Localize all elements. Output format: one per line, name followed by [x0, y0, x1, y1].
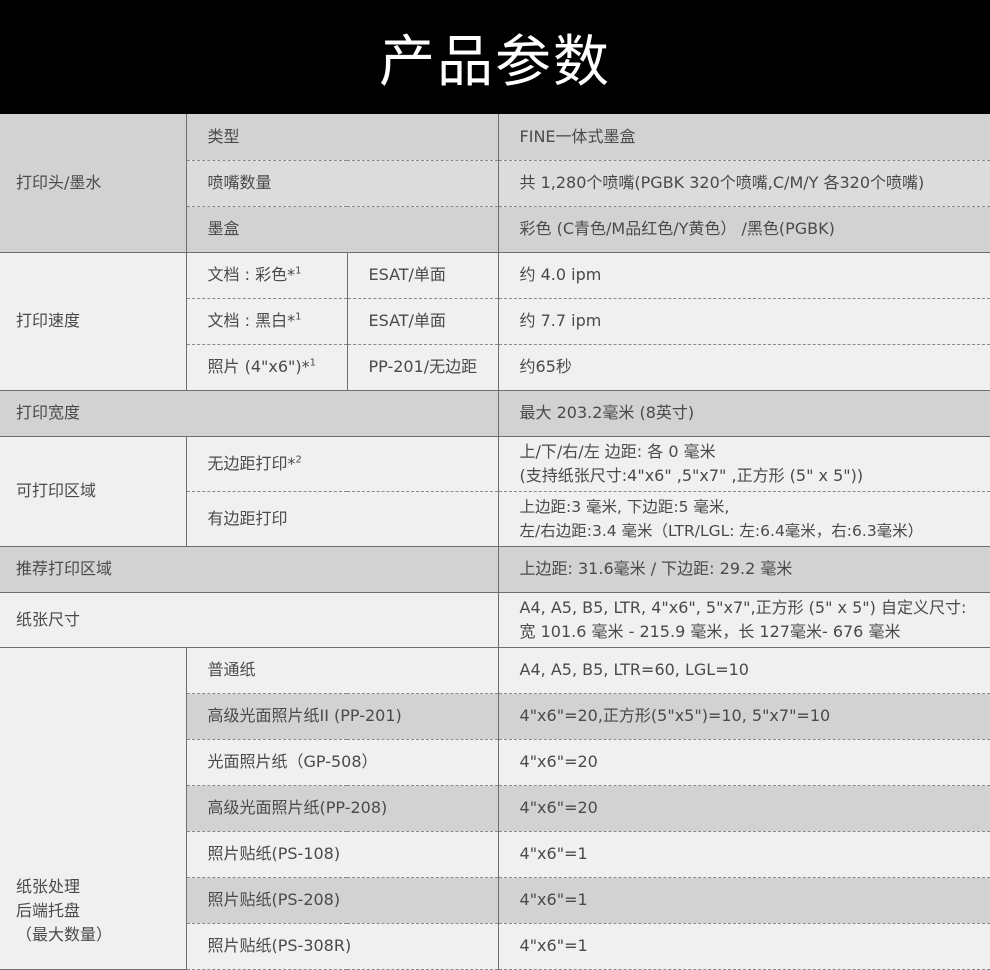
spec-value: 上/下/右/左 边距: 各 0 毫米 (支持纸张尺寸:4"x6" ,5"x7" … [498, 436, 990, 492]
group-label-recommended: 推荐打印区域 [0, 546, 499, 593]
spec-table: 打印头/墨水 类型 FINE一体式墨盒 喷嘴数量 共 1,280个喷嘴(PGBK… [0, 114, 990, 970]
spec-name: 文档 : 黑白*1 [186, 298, 348, 345]
group-label-width: 打印宽度 [0, 390, 499, 437]
spec-name: 喷嘴数量 [186, 160, 499, 207]
group-label-speed: 打印速度 [0, 252, 187, 391]
spec-value: 彩色 (C青色/M品红色/Y黄色） /黑色(PGBK) [498, 206, 990, 253]
spec-name: 光面照片纸（GP-508） [186, 739, 499, 786]
spec-mode: PP-201/无边距 [347, 344, 499, 391]
spec-value: 4"x6"=1 [498, 877, 990, 924]
spec-name: 高级光面照片纸(PP-208) [186, 785, 499, 832]
spec-value: 上边距:3 毫米, 下边距:5 毫米, 左/右边距:3.4 毫米（LTR/LGL… [498, 491, 990, 547]
spec-value: 约 4.0 ipm [498, 252, 990, 299]
spec-name: 无边距打印*2 [186, 436, 499, 492]
spec-value: 上边距: 31.6毫米 / 下边距: 29.2 毫米 [498, 546, 990, 593]
spec-value: 约 7.7 ipm [498, 298, 990, 345]
spec-value: A4, A5, B5, LTR, 4"x6", 5"x7",正方形 (5" x … [498, 592, 990, 648]
table-row: 打印宽度 最大 203.2毫米 (8英寸) [0, 390, 990, 437]
page-title: 产品参数 [379, 29, 611, 95]
spec-mode: ESAT/单面 [347, 252, 499, 299]
table-row: 打印头/墨水 类型 FINE一体式墨盒 [0, 114, 990, 253]
group-label-printhead: 打印头/墨水 [0, 114, 187, 253]
table-row: 可打印区域 无边距打印*2 上/下/右/左 边距: 各 0 毫米 (支持纸张尺寸… [0, 436, 990, 547]
spec-name: 类型 [186, 114, 499, 161]
spec-name: 高级光面照片纸II (PP-201) [186, 693, 499, 740]
table-row: 纸张尺寸 A4, A5, B5, LTR, 4"x6", 5"x7",正方形 (… [0, 592, 990, 648]
spec-name: 照片贴纸(PS-108) [186, 831, 499, 878]
spec-value: 4"x6"=1 [498, 923, 990, 970]
spec-value: 4"x6"=20 [498, 785, 990, 832]
spec-value: 最大 203.2毫米 (8英寸) [498, 390, 990, 437]
spec-value: 4"x6"=1 [498, 831, 990, 878]
spec-value: 约65秒 [498, 344, 990, 391]
spec-value: A4, A5, B5, LTR=60, LGL=10 [498, 647, 990, 694]
table-row: 打印速度 文档 : 彩色*1 ESAT/单面 约 4.0 ipm [0, 252, 990, 391]
spec-name: 照片 (4"x6")*1 [186, 344, 348, 391]
spec-value: 共 1,280个喷嘴(PGBK 320个喷嘴,C/M/Y 各320个喷嘴) [498, 160, 990, 207]
spec-name: 有边距打印 [186, 491, 499, 547]
spec-value: 4"x6"=20 [498, 739, 990, 786]
spec-value: FINE一体式墨盒 [498, 114, 990, 161]
table-row: 纸张处理 后端托盘 （最大数量） 普通纸 A4, A5, B5, LTR=60,… [0, 647, 990, 970]
title-bar: 产品参数 [0, 0, 990, 114]
spec-name: 普通纸 [186, 647, 499, 694]
spec-mode: ESAT/单面 [347, 298, 499, 345]
spec-name: 照片贴纸(PS-308R) [186, 923, 499, 970]
group-label-area: 可打印区域 [0, 436, 187, 547]
spec-value: 4"x6"=20,正方形(5"x5")=10, 5"x7"=10 [498, 693, 990, 740]
spec-name: 照片贴纸(PS-208) [186, 877, 499, 924]
spec-name: 文档 : 彩色*1 [186, 252, 348, 299]
table-row: 推荐打印区域 上边距: 31.6毫米 / 下边距: 29.2 毫米 [0, 546, 990, 593]
group-label-paper-handling: 纸张处理 后端托盘 （最大数量） [0, 647, 187, 970]
group-label-paper-size: 纸张尺寸 [0, 592, 499, 648]
spec-name: 墨盒 [186, 206, 499, 253]
